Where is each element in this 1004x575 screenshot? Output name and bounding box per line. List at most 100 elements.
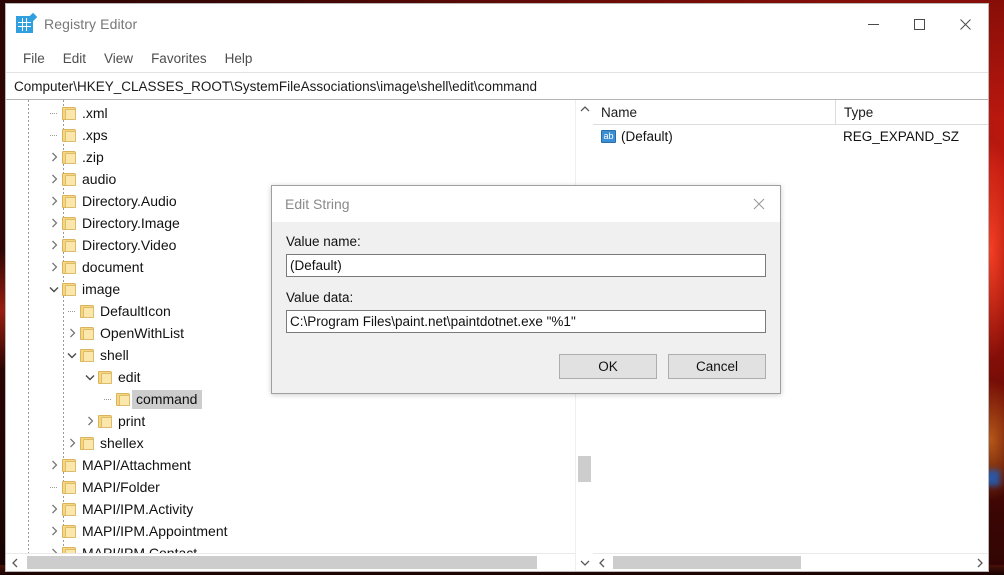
folder-icon (62, 106, 76, 120)
tree-item-label: MAPI/IPM.Activity (82, 501, 194, 517)
tree-item-label: MAPI/IPM.Contact (82, 545, 198, 553)
folder-icon (62, 194, 76, 208)
tree-item-xps[interactable]: .xps (6, 124, 592, 146)
tree-item-label: DefaultIcon (100, 303, 171, 319)
tree-item-label: shell (100, 347, 129, 363)
folder-icon (62, 238, 76, 252)
tree-item-mapi-ipm-contact[interactable]: MAPI/IPM.Contact (6, 542, 592, 553)
value-name-label: Value name: (286, 234, 361, 249)
tree-item-label: edit (118, 369, 141, 385)
chevron-right-icon[interactable] (64, 322, 80, 344)
tree-item-mapi-folder[interactable]: MAPI/Folder (6, 476, 592, 498)
tree-leaf-connector (64, 300, 80, 322)
tree-hsb-thumb[interactable] (27, 556, 537, 569)
list-hsb-track[interactable] (610, 554, 971, 571)
title-bar[interactable]: Registry Editor (6, 4, 988, 44)
chevron-left-icon[interactable] (593, 554, 610, 571)
folder-icon (62, 480, 76, 494)
tree-item-label: Directory.Audio (82, 193, 177, 209)
tree-item-label: .xps (82, 127, 108, 143)
menu-item-file[interactable]: File (14, 48, 54, 69)
menu-item-view[interactable]: View (95, 48, 142, 69)
tree-item-label: MAPI/IPM.Appointment (82, 523, 228, 539)
chevron-right-icon[interactable] (46, 146, 62, 168)
registry-editor-window: Registry Editor File Edit View Favorites… (6, 4, 988, 571)
tree-item-mapi-ipm-appointment[interactable]: MAPI/IPM.Appointment (6, 520, 592, 542)
chevron-right-icon[interactable] (64, 432, 80, 454)
chevron-right-icon[interactable] (46, 212, 62, 234)
close-icon[interactable] (942, 4, 988, 44)
window-title: Registry Editor (44, 16, 138, 32)
folder-icon (62, 458, 76, 472)
folder-icon (62, 128, 76, 142)
value-data-input[interactable]: C:\Program Files\paint.net\paintdotnet.e… (286, 310, 766, 333)
folder-icon (80, 436, 94, 450)
tree-item-label: MAPI/Attachment (82, 457, 191, 473)
chevron-right-icon[interactable] (46, 234, 62, 256)
value-name-input[interactable]: (Default) (286, 254, 766, 277)
minimize-icon[interactable] (850, 4, 896, 44)
tree-item-label: .xml (82, 105, 108, 121)
chevron-right-icon[interactable] (46, 520, 62, 542)
column-header-name[interactable]: Name (593, 100, 836, 124)
chevron-right-icon[interactable] (46, 498, 62, 520)
tree-item-xml[interactable]: .xml (6, 102, 592, 124)
folder-icon (62, 282, 76, 296)
column-header-type[interactable]: Type (836, 100, 988, 124)
menu-item-edit[interactable]: Edit (54, 48, 95, 69)
chevron-right-icon[interactable] (46, 190, 62, 212)
tree-item-print[interactable]: print (6, 410, 592, 432)
chevron-right-icon[interactable] (971, 554, 988, 571)
chevron-down-icon[interactable] (82, 366, 98, 388)
tree-item-label: shellex (100, 435, 144, 451)
value-type-cell: REG_EXPAND_SZ (843, 128, 960, 144)
chevron-down-icon[interactable] (46, 278, 62, 300)
tree-item-label: image (82, 281, 121, 297)
dialog-body: Value name: (Default) Value data: C:\Pro… (272, 222, 780, 393)
value-name-cell: ab (Default) (593, 129, 835, 144)
tree-item-zip[interactable]: .zip (6, 146, 592, 168)
chevron-right-icon[interactable] (46, 256, 62, 278)
tree-leaf-connector (100, 388, 116, 410)
chevron-up-icon[interactable] (576, 100, 593, 117)
tree-leaf-connector (46, 124, 62, 146)
tree-item-mapi-ipm-activity[interactable]: MAPI/IPM.Activity (6, 498, 592, 520)
dialog-title-bar[interactable]: Edit String (272, 186, 780, 222)
list-horizontal-scrollbar[interactable] (593, 553, 988, 571)
folder-icon (62, 524, 76, 538)
chevron-right-icon[interactable] (82, 410, 98, 432)
address-bar[interactable]: Computer\HKEY_CLASSES_ROOT\SystemFileAss… (6, 73, 988, 100)
tree-hsb-track[interactable] (23, 554, 575, 571)
close-icon[interactable] (738, 186, 780, 222)
ok-button[interactable]: OK (559, 354, 657, 379)
values-column-header: Name Type (593, 100, 988, 125)
folder-icon (98, 370, 112, 384)
chevron-down-icon[interactable] (576, 554, 593, 571)
value-data-label: Value data: (286, 290, 354, 305)
menu-item-help[interactable]: Help (216, 48, 262, 69)
tree-vsb-thumb[interactable] (578, 456, 591, 482)
folder-icon (62, 150, 76, 164)
tree-leaf-connector (46, 102, 62, 124)
tree-item-shellex[interactable]: shellex (6, 432, 592, 454)
tree-item-mapi-attachment[interactable]: MAPI/Attachment (6, 454, 592, 476)
tree-horizontal-scrollbar[interactable] (6, 553, 592, 571)
chevron-right-icon[interactable] (46, 542, 62, 553)
chevron-right-icon[interactable] (46, 454, 62, 476)
folder-icon (80, 304, 94, 318)
folder-icon (80, 326, 94, 340)
table-row[interactable]: ab (Default) REG_EXPAND_SZ (593, 125, 988, 147)
chevron-right-icon[interactable] (46, 168, 62, 190)
menu-item-favorites[interactable]: Favorites (142, 48, 216, 69)
list-hsb-thumb[interactable] (613, 556, 801, 569)
folder-icon (116, 392, 130, 406)
chevron-down-icon[interactable] (64, 344, 80, 366)
dialog-buttons: OK Cancel (559, 354, 766, 379)
chevron-left-icon[interactable] (6, 554, 23, 571)
tree-item-label: command (132, 389, 203, 409)
tree-item-label: MAPI/Folder (82, 479, 160, 495)
folder-icon (80, 348, 94, 362)
registry-path: Computer\HKEY_CLASSES_ROOT\SystemFileAss… (14, 78, 537, 94)
cancel-button[interactable]: Cancel (668, 354, 766, 379)
maximize-icon[interactable] (896, 4, 942, 44)
